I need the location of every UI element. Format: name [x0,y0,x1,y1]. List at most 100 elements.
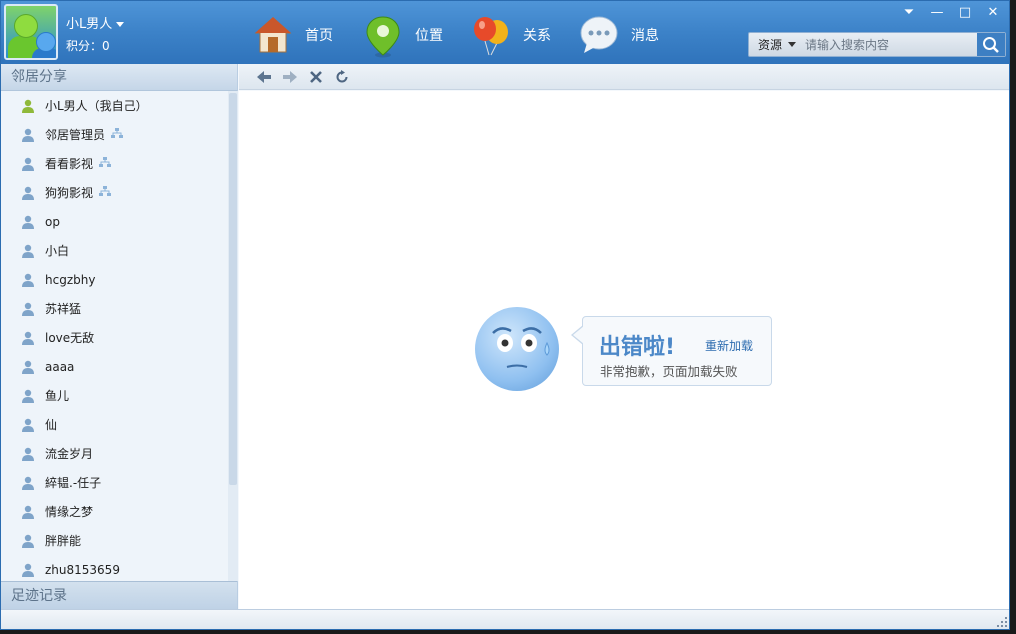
person-icon [21,302,35,316]
person-icon [21,534,35,548]
nav-home[interactable]: 首页 [253,13,333,57]
refresh-button[interactable] [329,67,355,87]
app-window: 小L男人 积分：0 首页 位置 [0,0,1010,630]
username-label: 小L男人 [66,17,112,32]
friend-list-item[interactable]: 看看影视 [1,149,228,178]
friend-name: 情缘之梦 [45,503,93,520]
stop-button[interactable] [303,67,329,87]
friend-list-item[interactable]: 小白 [1,236,228,265]
friend-name: love无敌 [45,329,94,346]
shared-network-icon [111,128,123,142]
person-icon [21,563,35,577]
location-pin-icon [363,15,403,55]
back-icon [256,70,272,84]
person-icon [21,244,35,258]
friend-list-item[interactable]: hcgzbhy [1,265,228,294]
nav-relations-label: 关系 [523,25,551,45]
chat-bubble-icon [579,15,619,55]
friend-list-item[interactable]: zhu8153659 [1,555,228,581]
friend-list-item[interactable]: 小L男人（我自己） [1,91,228,120]
shared-network-icon [99,186,111,200]
forward-icon [282,70,298,84]
friend-list-item[interactable]: 苏祥猛 [1,294,228,323]
nav-location[interactable]: 位置 [363,13,443,57]
nav-messages[interactable]: 消息 [579,13,659,57]
header-bar: 小L男人 积分：0 首页 位置 [1,1,1009,64]
friend-list-item[interactable]: 情缘之梦 [1,497,228,526]
friend-name: 胖胖能 [45,532,81,549]
friend-name: 仙 [45,416,57,433]
friend-list-item[interactable]: 仙 [1,410,228,439]
resize-grip-icon[interactable] [996,616,1008,628]
refresh-icon [335,70,349,84]
minimize-button[interactable]: — [923,3,951,23]
person-icon [21,273,35,287]
search-icon [982,36,1000,54]
friend-name: 狗狗影视 [45,184,93,201]
person-icon [21,157,35,171]
search-button[interactable] [977,33,1005,56]
error-title: 出错啦! [599,329,675,361]
friend-list-item[interactable]: op [1,207,228,236]
close-button[interactable]: ✕ [979,3,1007,23]
person-icon [21,128,35,142]
nav-messages-label: 消息 [631,25,659,45]
friend-name: aaaa [45,360,74,374]
search-scope-select[interactable]: 资源 [749,36,805,53]
nav-relations[interactable]: 关系 [471,13,551,57]
person-icon [21,215,35,229]
friend-list-item[interactable]: 狗狗影视 [1,178,228,207]
friend-list-item[interactable]: aaaa [1,352,228,381]
error-bubble: 出错啦! 重新加载 非常抱歉，页面加载失败 [582,316,772,386]
person-icon [21,418,35,432]
scrollbar-thumb[interactable] [229,93,237,485]
shared-network-icon [99,157,111,171]
friend-list-item[interactable]: 流金岁月 [1,439,228,468]
friend-list-item[interactable]: 鱼儿 [1,381,228,410]
friend-name: op [45,215,60,229]
friend-name: 鱼儿 [45,387,69,404]
friend-name: 流金岁月 [45,445,93,462]
person-icon [21,476,35,490]
dropdown-menu-button[interactable]: ⏷ [895,3,923,23]
forward-button[interactable] [277,67,303,87]
sidebar: 邻居分享 小L男人（我自己） 邻居管理员看看影视狗狗影视 op 小白 hcgzbhy 苏祥… [1,64,238,609]
person-icon [21,389,35,403]
balloons-icon [471,15,511,55]
window-controls: ⏷ — □ ✕ [895,3,1007,23]
chevron-down-icon [788,42,796,47]
username-menu[interactable]: 小L男人 [66,13,124,32]
person-icon [21,186,35,200]
search-scope-label: 资源 [758,36,782,53]
friend-name: 看看影视 [45,155,93,172]
sad-face-icon [475,307,559,391]
nav-location-label: 位置 [415,25,443,45]
error-message: 非常抱歉，页面加载失败 [600,361,738,380]
friend-list-item[interactable]: 邻居管理员 [1,120,228,149]
friend-name: 邻居管理员 [45,126,105,143]
friend-list: 小L男人（我自己） 邻居管理员看看影视狗狗影视 op 小白 hcgzbhy 苏祥猛 love… [1,91,228,581]
section-header-footprints[interactable]: 足迹记录 [1,581,237,609]
maximize-button[interactable]: □ [951,3,979,23]
friend-name: zhu8153659 [45,563,120,577]
friend-list-item[interactable]: 胖胖能 [1,526,228,555]
person-icon [21,360,35,374]
person-icon [21,505,35,519]
friend-name: 小白 [45,242,69,259]
friend-name: 小L男人（我自己） [45,97,148,114]
friend-list-item[interactable]: 綷韫.-任子 [1,468,228,497]
back-button[interactable] [251,67,277,87]
points-label: 积分：0 [66,37,110,54]
stop-icon [309,70,323,84]
friend-name: hcgzbhy [45,273,95,287]
friend-list-item[interactable]: love无敌 [1,323,228,352]
avatar[interactable] [4,4,58,60]
browser-toolbar [239,64,1010,90]
sidebar-scrollbar[interactable] [228,91,238,581]
friend-name: 苏祥猛 [45,300,81,317]
search-input[interactable] [805,33,977,56]
section-header-neighbor-share[interactable]: 邻居分享 [1,64,237,91]
chevron-down-icon [116,22,124,27]
reload-link[interactable]: 重新加载 [705,337,753,354]
home-icon [253,15,293,55]
